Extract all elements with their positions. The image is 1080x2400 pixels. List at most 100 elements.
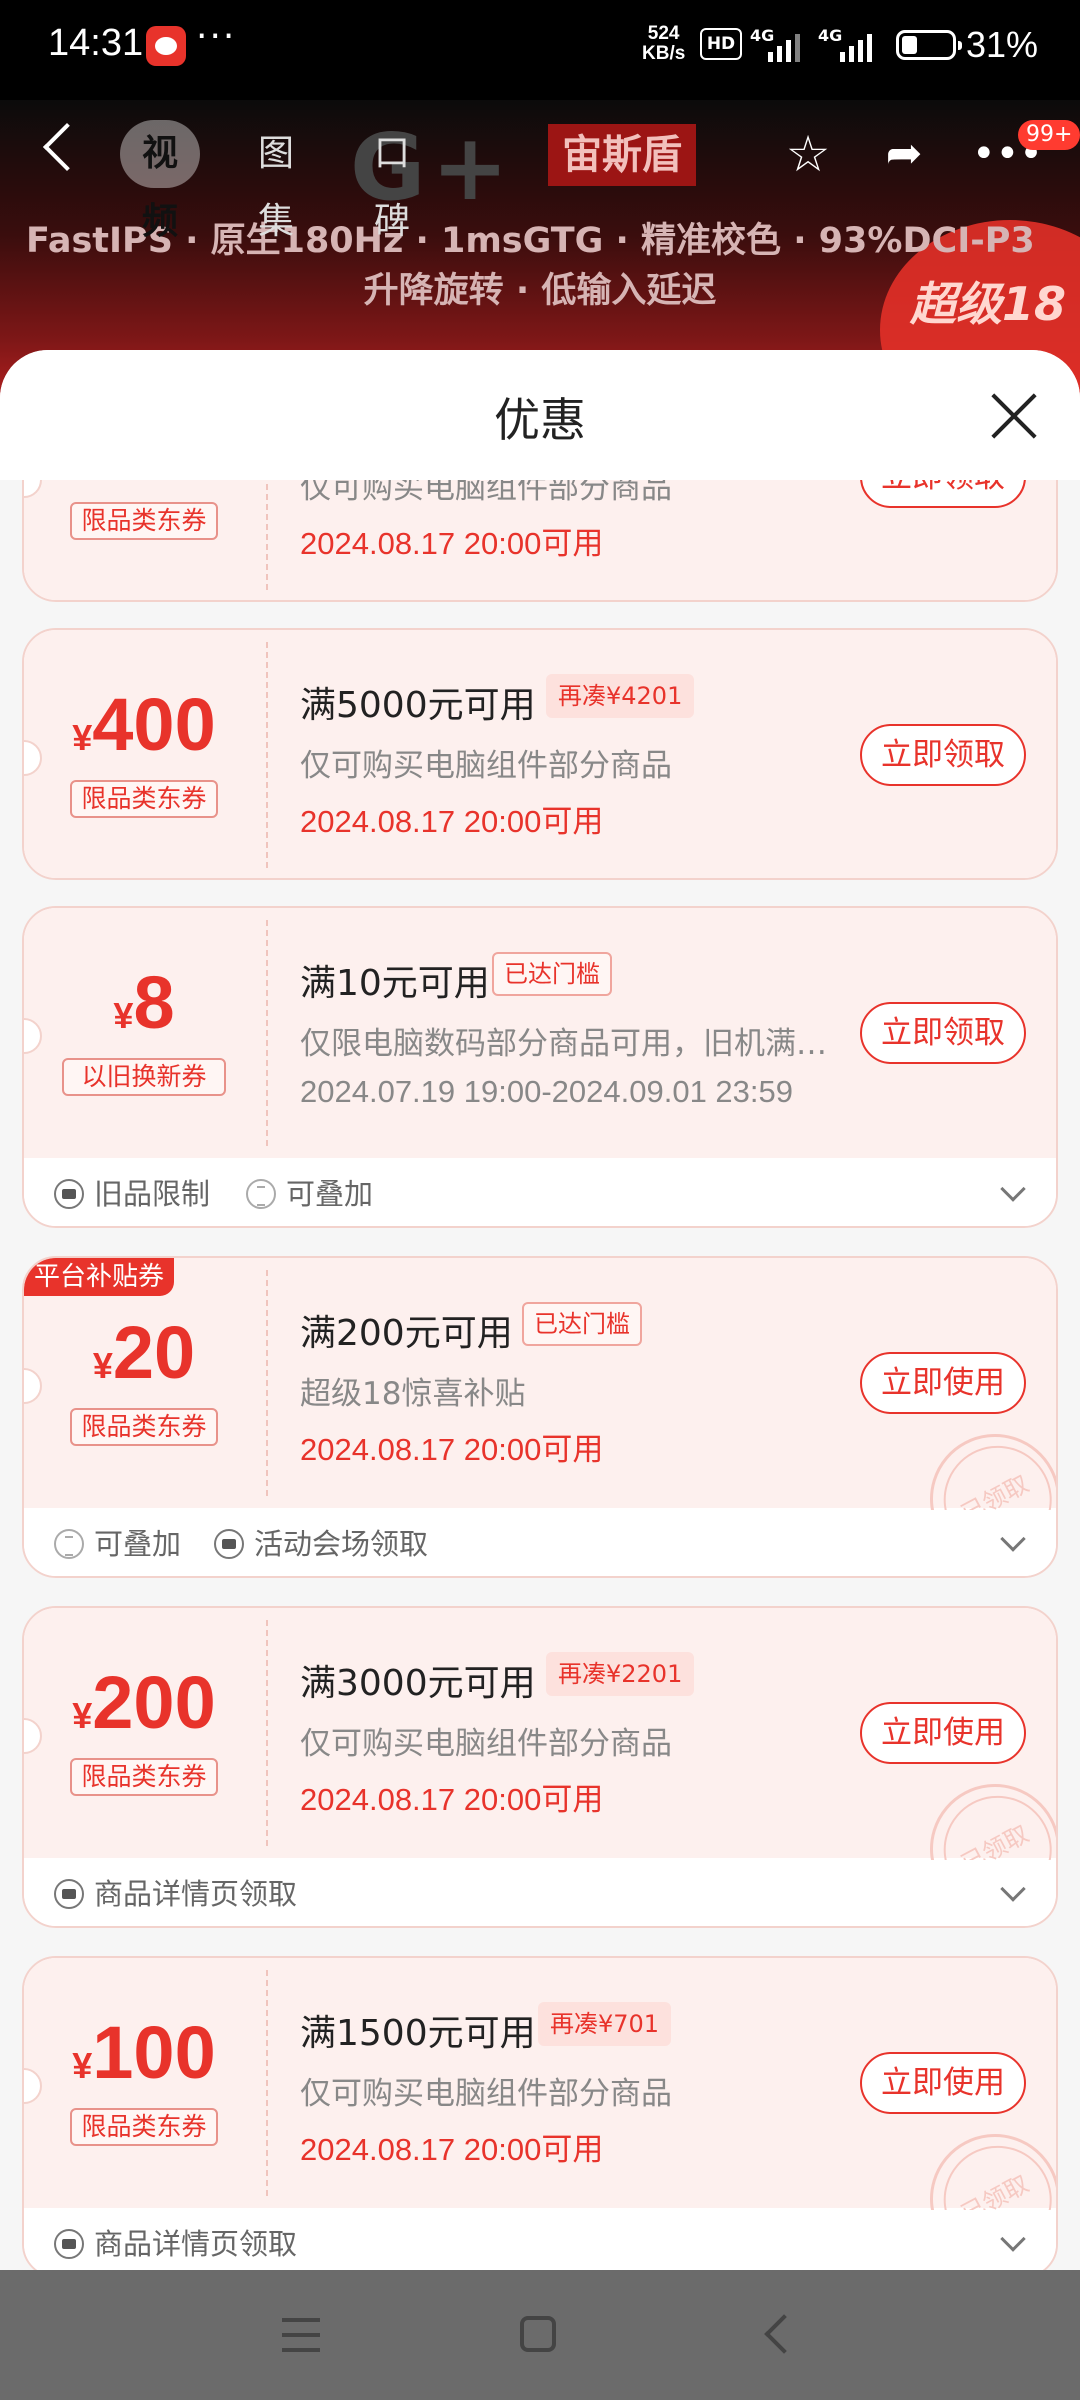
- coupon-card: ¥400 限品类东券 满5000元可用 再凑¥4201 仅可购买电脑组件部分商品…: [22, 628, 1058, 880]
- recent-apps-icon[interactable]: [282, 2318, 320, 2352]
- coupon-card: ¥100 限品类东券 满1500元可用 再凑¥701 仅可购买电脑组件部分商品 …: [22, 1956, 1058, 2270]
- clock: 14:31: [48, 22, 144, 64]
- network-type-1: 4G: [750, 26, 775, 45]
- footer-item: 可叠加: [246, 1174, 373, 1214]
- coupon-description: 仅限电脑数码部分商品可用，旧机满…: [300, 1026, 827, 1062]
- sheet-header: 优惠: [0, 350, 1080, 480]
- coupon-list[interactable]: ¥ 限品类东券 仅可购买电脑组件部分商品 2024.08.17 20:00可用 …: [0, 480, 1080, 2270]
- coupon-card: ¥200 限品类东券 满3000元可用 再凑¥2201 仅可购买电脑组件部分商品…: [22, 1606, 1058, 1928]
- coupon-amount: ¥200: [72, 1661, 216, 1744]
- coupon-amount: ¥: [24, 480, 264, 489]
- platform-subsidy-label: 平台补贴券: [24, 1258, 175, 1296]
- notification-badge: 99+: [1018, 120, 1080, 150]
- chevron-down-icon[interactable]: [1000, 1876, 1026, 1902]
- use-button[interactable]: 立即使用: [860, 1702, 1026, 1764]
- coupon-time: 2024.08.17 20:00可用: [300, 526, 604, 561]
- tab-reviews[interactable]: 口碑: [374, 120, 410, 242]
- close-icon[interactable]: [990, 392, 1038, 440]
- coupon-type: 限品类东券: [70, 502, 218, 540]
- coupon-card: 平台补贴券 ¥20 限品类东券 满200元可用 已达门槛 超级18惊喜补贴 20…: [22, 1256, 1058, 1578]
- status-bar: 14:31 ··· 524 KB/s HD 4G 4G 31%: [0, 0, 1080, 100]
- ticket-icon: [54, 1879, 84, 1909]
- coupon-time: 2024.08.17 20:00可用: [300, 1782, 604, 1817]
- coupon-footer[interactable]: 商品详情页领取: [24, 1860, 1056, 1926]
- coupon-footer[interactable]: 旧品限制 可叠加: [24, 1160, 1056, 1226]
- battery-level: [902, 36, 917, 54]
- coupon-condition: 满200元可用: [300, 1313, 513, 1354]
- battery-icon: [896, 30, 962, 60]
- coupon-time: 2024.08.17 20:00可用: [300, 804, 604, 839]
- ticket-icon: [214, 1529, 244, 1559]
- coupon-footer[interactable]: 商品详情页领取: [24, 2210, 1056, 2270]
- footer-item: 可叠加: [54, 1524, 181, 1564]
- coupon-description: 超级18惊喜补贴: [300, 1376, 526, 1412]
- footer-item: 活动会场领取: [214, 1524, 428, 1564]
- coupon-threshold-tag: 已达门槛: [522, 1302, 642, 1346]
- coupon-condition: 满5000元可用: [300, 685, 536, 726]
- system-back-icon[interactable]: [764, 2314, 804, 2354]
- coupon-description: 仅可购买电脑组件部分商品: [300, 480, 672, 506]
- coupon-time: 2024.07.19 19:00-2024.09.01 23:59: [300, 1074, 794, 1109]
- coupon-description: 仅可购买电脑组件部分商品: [300, 748, 672, 784]
- coupon-gap-tag: 再凑¥2201: [546, 1652, 695, 1696]
- network-type-2: 4G: [818, 26, 843, 45]
- coupon-amount: ¥20: [92, 1311, 196, 1394]
- spec-line-1: FastIPS · 原生180Hz · 1msGTG · 精准校色 · 93%D…: [26, 221, 1035, 261]
- coupon-footer[interactable]: 可叠加 活动会场领取: [24, 1510, 1056, 1576]
- coupon-type: 限品类东券: [70, 1408, 218, 1446]
- signal-icon-2: 4G: [818, 26, 882, 62]
- use-button[interactable]: 立即使用: [860, 1352, 1026, 1414]
- signal-icon-1: 4G: [750, 26, 806, 62]
- coupon-gap-tag: 再凑¥701: [538, 2002, 672, 2046]
- ticket-icon: [54, 2229, 84, 2259]
- coupon-amount: ¥400: [72, 683, 216, 766]
- coupon-card: ¥ 限品类东券 仅可购买电脑组件部分商品 2024.08.17 20:00可用 …: [22, 480, 1058, 602]
- tab-video[interactable]: 视频: [120, 120, 201, 242]
- share-icon[interactable]: ➦: [876, 126, 932, 182]
- coupon-type: 限品类东券: [70, 780, 218, 818]
- coupon-description: 仅可购买电脑组件部分商品: [300, 1726, 672, 1762]
- network-speed-unit: KB/s: [642, 43, 686, 64]
- tab-gallery[interactable]: 图集: [258, 120, 294, 242]
- network-speed: 524 KB/s: [642, 24, 685, 64]
- more-notifications-icon: ···: [196, 16, 237, 57]
- footer-item: 商品详情页领取: [54, 1874, 297, 1914]
- network-speed-value: 524: [647, 23, 680, 44]
- coupon-amount: ¥100: [72, 2011, 216, 2094]
- claim-button[interactable]: 立即领取: [860, 1002, 1026, 1064]
- coupon-condition: 满10元可用: [300, 963, 490, 1004]
- claim-button[interactable]: 立即领取: [860, 724, 1026, 786]
- coupon-type: 限品类东券: [70, 2108, 218, 2146]
- coupon-amount: ¥8: [113, 961, 175, 1044]
- coupon-description: 仅可购买电脑组件部分商品: [300, 2076, 672, 2112]
- coupon-condition: 满3000元可用: [300, 1663, 536, 1704]
- use-button[interactable]: 立即使用: [860, 2052, 1026, 2114]
- app-notification-icon: [146, 26, 186, 66]
- home-icon[interactable]: [520, 2316, 556, 2352]
- sheet-title: 优惠: [494, 393, 586, 447]
- chevron-down-icon[interactable]: [1000, 1176, 1026, 1202]
- coupon-type: 限品类东券: [70, 1758, 218, 1796]
- star-icon[interactable]: ☆: [780, 126, 836, 182]
- coupon-time: 2024.08.17 20:00可用: [300, 1432, 604, 1467]
- stack-icon: [54, 1529, 84, 1559]
- chevron-down-icon[interactable]: [1000, 1526, 1026, 1552]
- brand-name: 宙斯盾: [548, 124, 696, 186]
- coupon-gap-tag: 再凑¥4201: [546, 674, 695, 718]
- battery-percent: 31%: [966, 24, 1039, 65]
- footer-item: 商品详情页领取: [54, 2224, 297, 2264]
- coupon-threshold-tag: 已达门槛: [492, 952, 612, 996]
- claim-button[interactable]: 立即领取: [860, 480, 1026, 508]
- promo-label: 超级18: [909, 277, 1066, 331]
- coupon-condition: 满1500元可用: [300, 2013, 536, 2054]
- coupon-sheet: 优惠 ¥ 限品类东券 仅可购买电脑组件部分商品 2024.08.17 20:00…: [0, 350, 1080, 2270]
- footer-item: 旧品限制: [54, 1174, 210, 1214]
- system-nav-bar: [0, 2270, 1080, 2400]
- coupon-time: 2024.08.17 20:00可用: [300, 2132, 604, 2167]
- ticket-icon: [54, 1179, 84, 1209]
- coupon-type: 以旧换新券: [62, 1058, 226, 1096]
- chevron-down-icon[interactable]: [1000, 2226, 1026, 2252]
- hd-voice-icon: HD: [700, 28, 742, 60]
- coupon-card: ¥8 以旧换新券 满10元可用 已达门槛 仅限电脑数码部分商品可用，旧机满… 2…: [22, 906, 1058, 1228]
- stack-icon: [246, 1179, 276, 1209]
